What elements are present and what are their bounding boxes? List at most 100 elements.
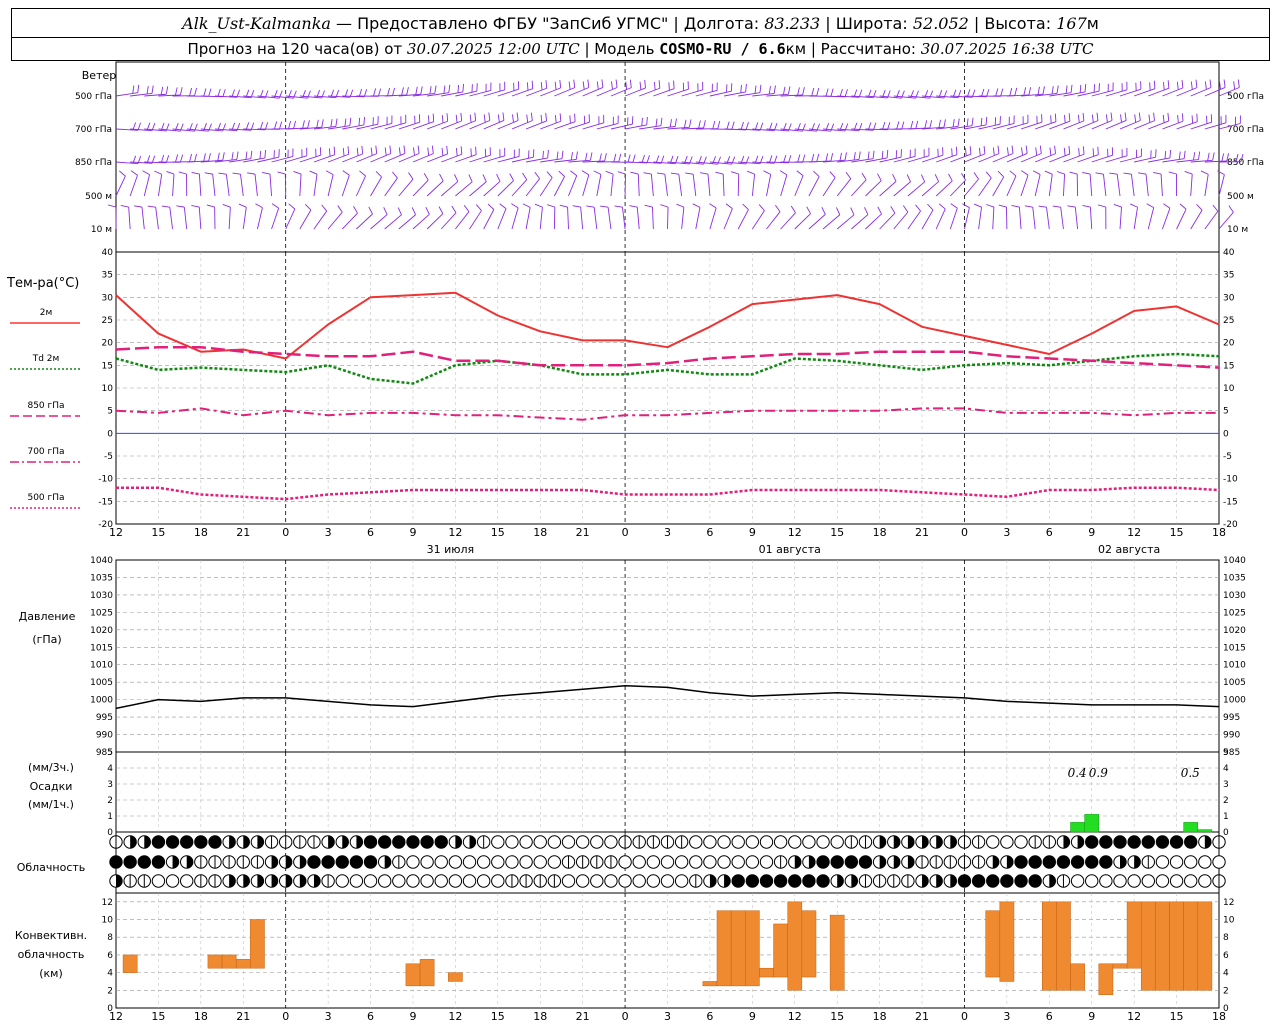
wind-barb <box>469 112 491 130</box>
wind-barb-shaft <box>299 209 312 230</box>
wind-barb <box>936 146 958 163</box>
y-tick-label: 10 <box>102 916 114 926</box>
wind-barb-feather <box>455 114 458 123</box>
wind-barb-feather <box>1153 112 1155 121</box>
cloud-circle-outline <box>476 874 491 888</box>
cloud-circle <box>278 855 293 869</box>
wind-barb-feather <box>208 153 211 162</box>
wind-barb-feather <box>475 204 482 211</box>
conv-cloud-bar <box>419 959 435 987</box>
time-tick-label: 12 <box>1127 1010 1141 1023</box>
wind-barb <box>204 172 216 197</box>
wind-barb-feather <box>453 174 459 182</box>
cloud-circle <box>731 835 745 849</box>
cloud-circle <box>788 855 802 869</box>
wind-barb <box>469 204 482 230</box>
cloud-circle <box>180 855 194 869</box>
cloud-circle-outline <box>448 874 463 888</box>
wind-barb <box>935 203 946 230</box>
conv-cloud-bar <box>745 910 760 987</box>
wind-barb <box>808 206 826 230</box>
panel-frame-temp <box>115 251 1220 525</box>
wind-barb <box>1006 114 1029 130</box>
wind-barb <box>568 114 590 130</box>
cloud-circle-fill <box>229 874 236 888</box>
cloud-circle <box>307 835 321 849</box>
wind-barb <box>178 171 188 197</box>
wind-barb-feather <box>377 88 382 97</box>
wind-barb-feather <box>1006 147 1009 156</box>
wind-barb-feather <box>641 117 643 126</box>
wind-barb-feather <box>902 205 909 213</box>
wind-barb <box>1020 114 1043 130</box>
y-tick-label: 5 <box>107 748 113 758</box>
cloud-circle-outline <box>1141 874 1155 888</box>
y-tick-label: 1020 <box>90 626 113 636</box>
wind-barb-feather <box>630 171 639 175</box>
wind-barb-feather <box>278 121 283 130</box>
wind-barb-shaft <box>469 181 487 197</box>
cloud-circle-outline <box>773 835 788 849</box>
wind-barb <box>653 80 675 97</box>
y-tick-label: 1040 <box>1223 556 1246 566</box>
cloud-circle <box>420 855 434 869</box>
y-tick-label: 5 <box>1223 407 1229 417</box>
time-tick-label: 6 <box>706 526 713 539</box>
cloud-circle <box>689 835 703 849</box>
wind-barb-feather <box>1052 205 1061 208</box>
wind-barb <box>540 113 562 130</box>
wind-barb-shaft <box>1116 174 1121 197</box>
wind-barb-feather <box>927 203 934 211</box>
wind-barb <box>293 171 302 197</box>
wind-barb-shaft <box>455 211 470 230</box>
wind-barb-feather <box>821 206 826 215</box>
time-tick-label: 9 <box>409 526 416 539</box>
y-tick-label: 1020 <box>1223 626 1246 636</box>
wind-barb-feather <box>512 114 514 123</box>
wind-barb-shaft <box>327 174 334 197</box>
wind-barb-feather <box>151 85 154 94</box>
wind-barb-feather <box>194 153 198 162</box>
wind-barb <box>644 204 654 230</box>
wind-barb-feather <box>397 207 402 216</box>
precip-bar <box>1084 814 1100 833</box>
wind-barb <box>455 112 477 130</box>
cloud-circle-outline <box>816 835 830 849</box>
wind-barb-shaft <box>440 212 457 230</box>
cloud-circle <box>632 835 646 849</box>
wind-barb-feather <box>358 117 361 126</box>
cloud-circle <box>759 855 774 869</box>
wind-barb-feather <box>572 205 581 208</box>
cloud-circle <box>278 874 293 888</box>
wind-barb-shaft <box>949 179 966 197</box>
wind-barb <box>129 170 138 197</box>
wind-barb-feather <box>763 170 771 175</box>
cloud-circle-outline <box>1113 874 1127 888</box>
cloud-circle-outline <box>1198 874 1212 888</box>
y-tick-label: 2 <box>1223 986 1229 996</box>
y-tick-label: 1030 <box>1223 591 1246 601</box>
wind-barb <box>1119 81 1142 97</box>
wind-barb <box>1184 170 1193 197</box>
conv-cloud-bar <box>1183 901 1199 991</box>
wind-barb <box>1082 204 1093 230</box>
wind-barb-feather <box>1028 87 1032 96</box>
wind-barb-feather <box>962 203 970 208</box>
cloud-circle <box>533 874 547 888</box>
wind-barb-shaft <box>242 207 247 230</box>
wind-barb-feather <box>1134 114 1137 123</box>
time-tick-label: 12 <box>448 1010 462 1023</box>
cloud-circle <box>406 855 420 869</box>
cloud-circle <box>1070 874 1085 888</box>
wind-barb <box>1204 204 1219 230</box>
cloud-circle-fill <box>257 835 264 849</box>
wind-barb-feather <box>1025 145 1028 154</box>
y-tick-label: 4 <box>1223 969 1229 979</box>
y-tick-label: 1025 <box>1223 608 1246 618</box>
wind-barb-feather <box>1070 84 1073 93</box>
y-tick-label: 0 <box>1223 828 1229 838</box>
wind-barb-feather <box>1035 147 1038 156</box>
cloud-circle-fill <box>950 874 957 888</box>
wind-barb-feather <box>1091 114 1094 123</box>
cloud-circle-fill <box>271 855 278 869</box>
